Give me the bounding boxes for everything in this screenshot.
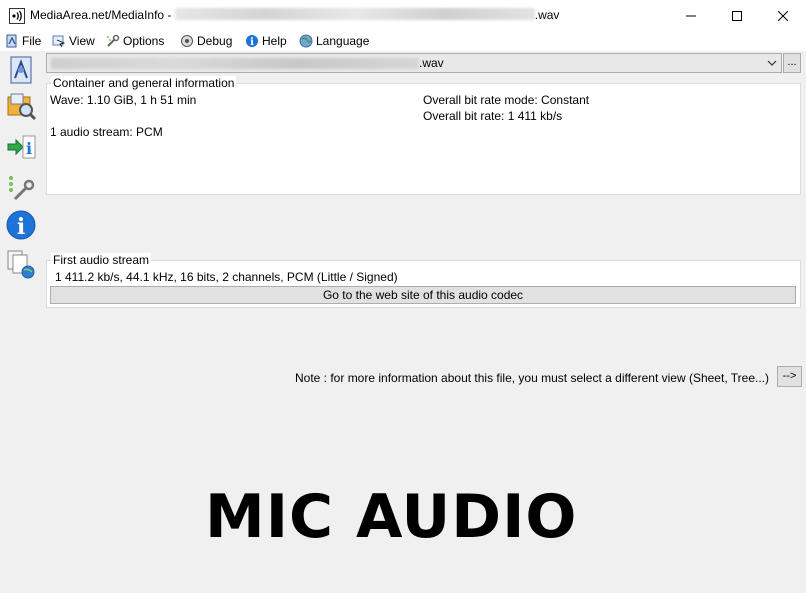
codec-website-button[interactable]: Go to the web site of this audio codec <box>50 286 796 304</box>
bitrate-mode: Overall bit rate mode: Constant <box>423 93 590 107</box>
change-view-button[interactable]: --> <box>777 366 802 387</box>
blurred-file-path <box>174 8 535 20</box>
options-icon <box>107 34 120 47</box>
language-globe-icon <box>299 34 313 48</box>
open-file-icon <box>10 56 32 84</box>
about-info-icon: i <box>6 210 36 240</box>
file-extension: .wav <box>419 56 444 70</box>
menu-file[interactable]: File <box>5 33 41 49</box>
menu-debug-label: Debug <box>197 34 233 48</box>
window-title-prefix: MediaArea.net/MediaInfo - <box>30 8 175 22</box>
export-info-icon: i <box>7 135 36 159</box>
container-group-title: Container and general information <box>51 76 237 90</box>
web-knowledge-button[interactable] <box>3 247 39 281</box>
container-format-line: Wave: 1.10 GiB, 1 h 51 min <box>50 93 197 107</box>
close-icon <box>778 10 788 21</box>
menu-debug[interactable]: Debug <box>180 33 232 49</box>
documents-globe-icon <box>7 250 35 279</box>
menu-language-label: Language <box>316 34 370 48</box>
browse-button[interactable]: ... <box>783 53 801 73</box>
open-file-button[interactable] <box>3 53 39 87</box>
svg-text:i: i <box>250 37 254 48</box>
svg-text:i: i <box>26 139 32 158</box>
menu-language[interactable]: Language <box>299 33 369 49</box>
menu-file-label: File <box>22 34 42 48</box>
open-folder-button[interactable] <box>3 89 39 123</box>
preferences-button[interactable] <box>3 172 39 206</box>
overall-bitrate: Overall bit rate: 1 411 kb/s <box>423 109 563 123</box>
preferences-tools-icon <box>9 176 35 201</box>
audio-group-title: First audio stream <box>51 253 152 267</box>
minimize-icon <box>686 15 696 16</box>
export-info-button[interactable]: i <box>3 130 39 164</box>
title-bar[interactable]: MediaArea.net/MediaInfo - .wav <box>0 0 806 31</box>
menu-help-label: Help <box>262 34 287 48</box>
blurred-file-name <box>51 58 419 69</box>
menu-bar: File View Options Debug i Help Language <box>0 31 806 51</box>
help-info-icon: i <box>246 35 258 48</box>
chevron-down-icon[interactable] <box>767 58 777 68</box>
window-title-suffix: .wav <box>534 8 560 22</box>
minimize-button[interactable] <box>668 0 714 31</box>
file-selector-combobox[interactable]: .wav <box>46 53 782 73</box>
view-icon <box>52 35 66 48</box>
window-title: MediaArea.net/MediaInfo - .wav <box>30 8 559 22</box>
about-button[interactable]: i <box>3 208 39 242</box>
container-streams-line: 1 audio stream: PCM <box>50 125 163 139</box>
menu-view-label: View <box>69 34 95 48</box>
menu-options-label: Options <box>123 34 165 48</box>
mediainfo-app-icon <box>9 8 25 24</box>
note-text: Note : for more information about this f… <box>295 371 769 385</box>
menu-options[interactable]: Options <box>106 33 164 49</box>
maximize-button[interactable] <box>714 0 760 31</box>
menu-view[interactable]: View <box>52 33 95 49</box>
mic-audio-caption: MIC AUDIO <box>205 482 578 552</box>
folder-search-icon <box>7 93 37 121</box>
left-toolbar: i i <box>0 51 43 593</box>
menu-help[interactable]: i Help <box>245 33 287 49</box>
file-icon <box>6 34 17 48</box>
maximize-icon <box>732 10 742 21</box>
audio-stream-details: 1 411.2 kb/s, 44.1 kHz, 16 bits, 2 chann… <box>55 270 398 284</box>
svg-text:i: i <box>17 214 25 240</box>
close-button[interactable] <box>760 0 806 31</box>
debug-icon <box>181 35 193 47</box>
